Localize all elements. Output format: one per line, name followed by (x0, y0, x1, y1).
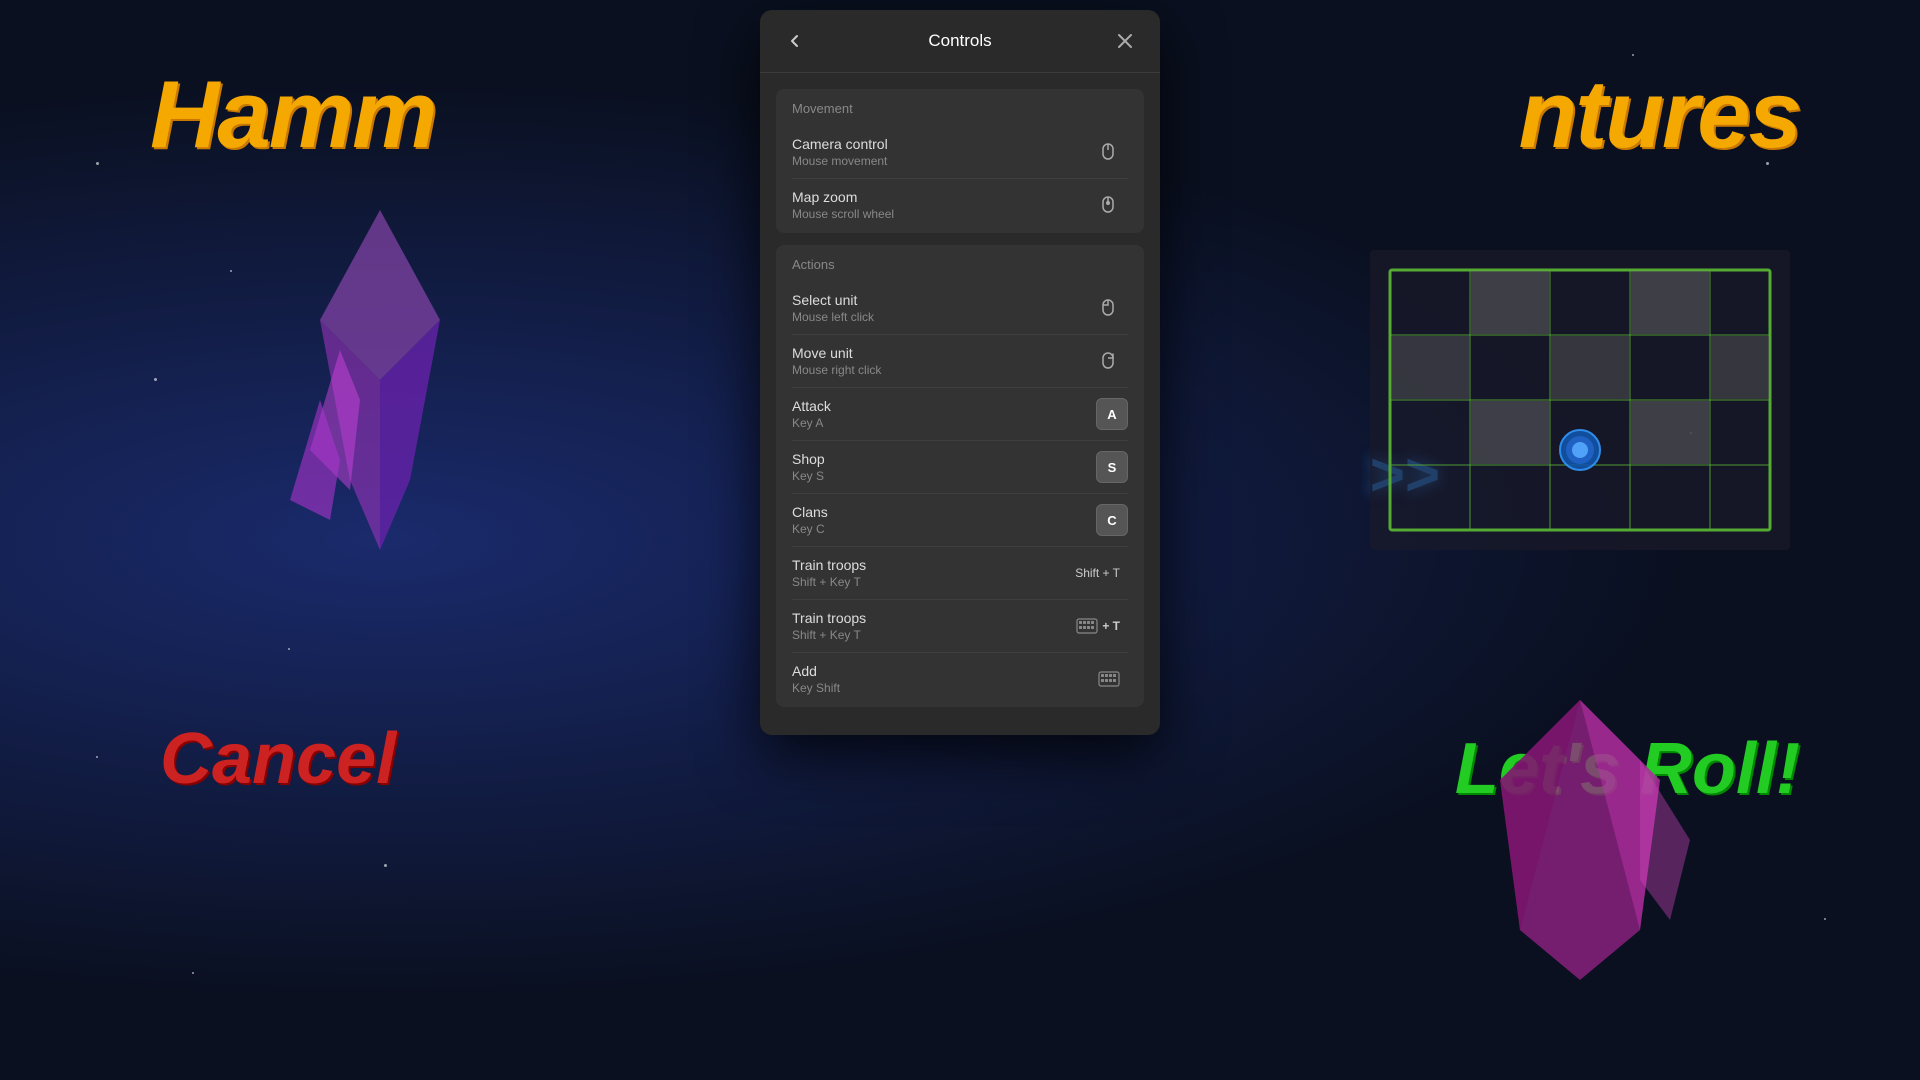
clans-name: Clans (792, 504, 828, 520)
camera-control-info: Camera control Mouse movement (792, 136, 888, 168)
shop-item: Shop Key S S (792, 441, 1128, 494)
camera-control-key: Mouse movement (792, 154, 888, 168)
select-unit-badge (1088, 292, 1128, 324)
clans-key: Key C (792, 522, 828, 536)
clans-info: Clans Key C (792, 504, 828, 536)
shop-info: Shop Key S (792, 451, 825, 483)
dialog-title: Controls (928, 31, 991, 51)
attack-key: Key A (792, 416, 831, 430)
add-key: Key Shift (792, 681, 840, 695)
add-item: Add Key Shift (792, 653, 1128, 695)
move-unit-badge (1088, 345, 1128, 377)
select-unit-name: Select unit (792, 292, 874, 308)
train-troops-2-badge: + T (1068, 610, 1128, 642)
train-troops-1-key: Shift + Key T (792, 575, 866, 589)
shop-name: Shop (792, 451, 825, 467)
train-troops-2-key: Shift + Key T (792, 628, 866, 642)
map-zoom-key: Mouse scroll wheel (792, 207, 894, 221)
shop-badge: S (1096, 451, 1128, 483)
add-info: Add Key Shift (792, 663, 840, 695)
modal-overlay: Controls Movement Camera control Mouse m… (0, 0, 1920, 1080)
map-zoom-badge (1088, 189, 1128, 221)
actions-label: Actions (792, 257, 1128, 272)
back-button[interactable] (780, 26, 810, 56)
movement-label: Movement (792, 101, 1128, 116)
train-troops-1-item: Train troops Shift + Key T Shift + T (792, 547, 1128, 600)
controls-dialog: Controls Movement Camera control Mouse m… (760, 10, 1160, 735)
camera-control-badge (1088, 136, 1128, 168)
train-troops-1-name: Train troops (792, 557, 866, 573)
actions-section: Actions Select unit Mouse left click (776, 245, 1144, 707)
camera-control-name: Camera control (792, 136, 888, 152)
train-troops-1-badge: Shift + T (1067, 557, 1128, 589)
map-zoom-item: Map zoom Mouse scroll wheel (792, 179, 1128, 221)
attack-item: Attack Key A A (792, 388, 1128, 441)
shop-key: Key S (792, 469, 825, 483)
add-badge (1090, 663, 1128, 695)
movement-section: Movement Camera control Mouse movement (776, 89, 1144, 233)
attack-name: Attack (792, 398, 831, 414)
train-troops-1-info: Train troops Shift + Key T (792, 557, 866, 589)
move-unit-item: Move unit Mouse right click (792, 335, 1128, 388)
select-unit-info: Select unit Mouse left click (792, 292, 874, 324)
select-unit-key: Mouse left click (792, 310, 874, 324)
attack-info: Attack Key A (792, 398, 831, 430)
clans-item: Clans Key C C (792, 494, 1128, 547)
map-zoom-name: Map zoom (792, 189, 894, 205)
dialog-header: Controls (760, 10, 1160, 73)
move-unit-name: Move unit (792, 345, 881, 361)
dialog-body: Movement Camera control Mouse movement (760, 73, 1160, 735)
camera-control-item: Camera control Mouse movement (792, 126, 1128, 179)
clans-badge: C (1096, 504, 1128, 536)
train-troops-2-name: Train troops (792, 610, 866, 626)
move-unit-info: Move unit Mouse right click (792, 345, 881, 377)
train-troops-2-info: Train troops Shift + Key T (792, 610, 866, 642)
attack-badge: A (1096, 398, 1128, 430)
select-unit-item: Select unit Mouse left click (792, 282, 1128, 335)
train-troops-2-item: Train troops Shift + Key T (792, 600, 1128, 653)
close-button[interactable] (1110, 26, 1140, 56)
move-unit-key: Mouse right click (792, 363, 881, 377)
map-zoom-info: Map zoom Mouse scroll wheel (792, 189, 894, 221)
add-name: Add (792, 663, 840, 679)
